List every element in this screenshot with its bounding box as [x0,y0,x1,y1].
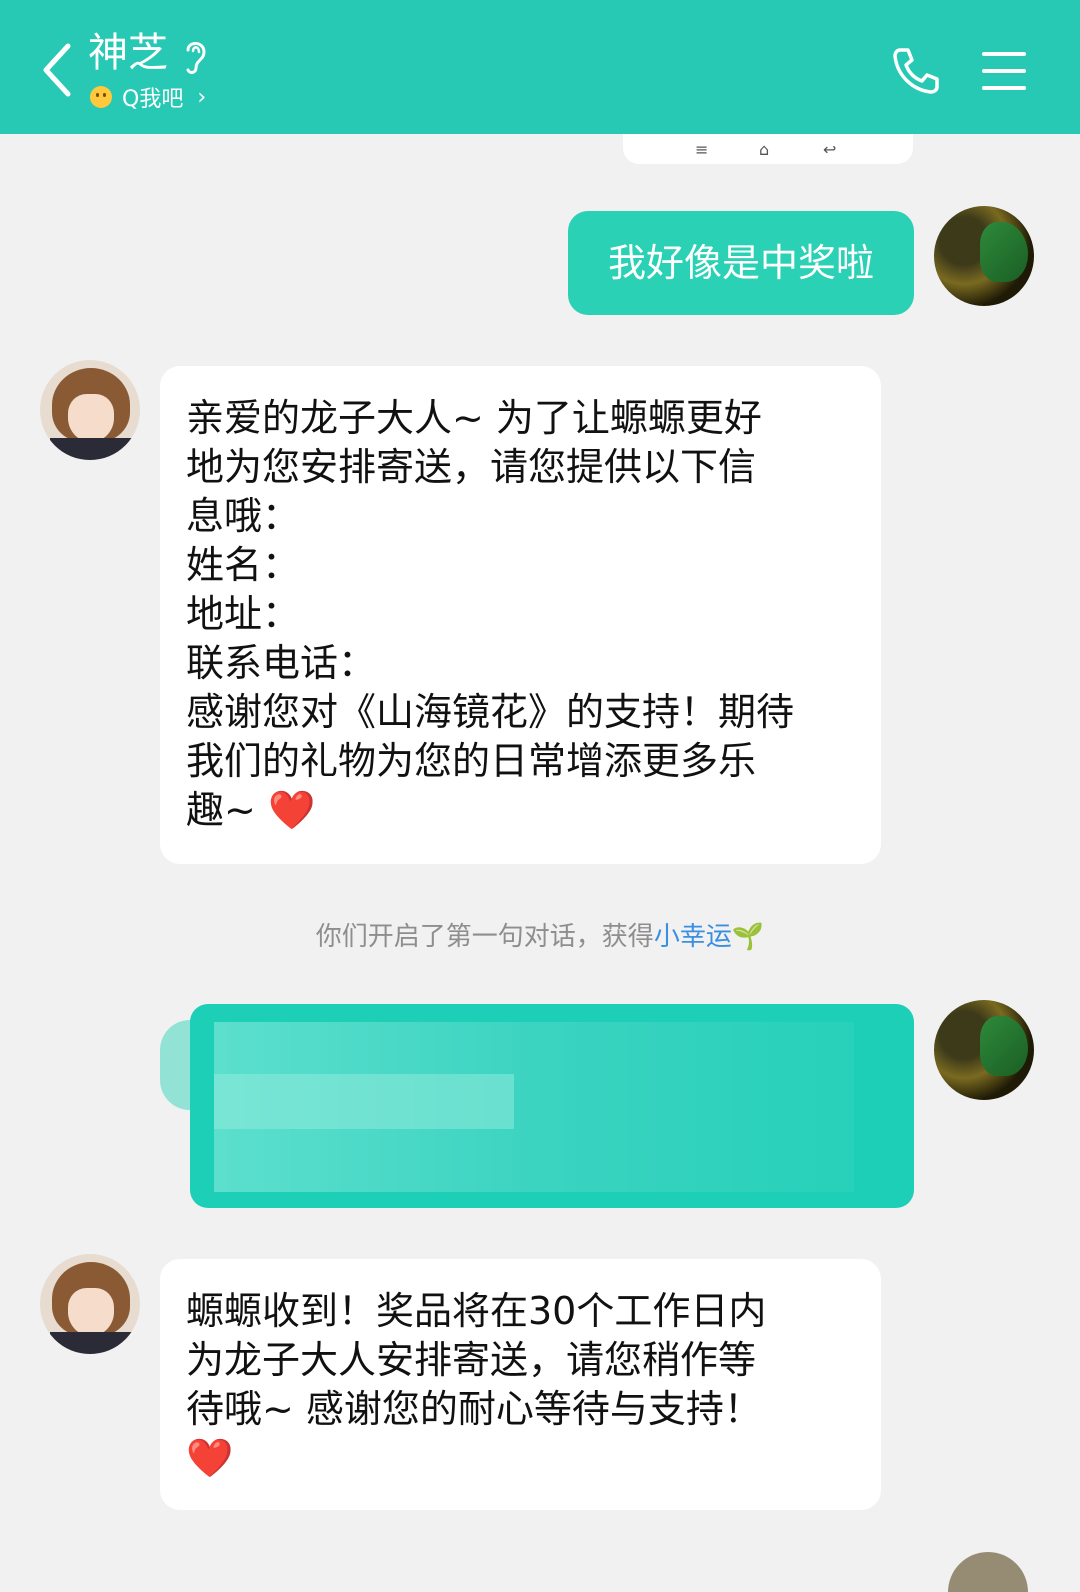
my-avatar-partial [948,1552,1028,1592]
chat-header: 神芝 Q我吧 › [0,0,1080,134]
contact-name[interactable]: 神芝 [88,30,168,76]
message-bubble-incoming[interactable]: 螈螈收到！奖品将在30个工作日内 为龙子大人安排寄送，请您稍作等 待哦~ 感谢您… [160,1259,881,1510]
menu-lines-icon: ≡ [695,140,709,159]
heart-emoji: ❤️ [267,788,316,832]
message-text: 亲爱的龙子大人~ 为了让螈螈更好 地为您安排寄送，请您提供以下信 息哦： 姓名：… [186,396,795,832]
heart-emoji: ❤️ [186,1436,234,1480]
back-icon[interactable] [38,40,78,100]
home-icon: ⌂ [759,140,770,159]
return-icon: ↩ [823,140,837,159]
menu-icon[interactable] [982,52,1026,92]
system-notice: 你们开启了第一句对话，获得小幸运🌱 [0,916,1080,953]
ear-icon [186,42,206,74]
message-text: 螈螈收到！奖品将在30个工作日内 为龙子大人安排寄送，请您稍作等 待哦~ 感谢您… [186,1289,767,1431]
message-bubble-incoming[interactable]: 亲爱的龙子大人~ 为了让螈螈更好 地为您安排寄送，请您提供以下信 息哦： 姓名：… [160,366,881,864]
my-avatar[interactable] [934,206,1034,306]
my-avatar[interactable] [934,1000,1034,1100]
contact-avatar[interactable] [40,360,140,460]
message-bubble-outgoing-redacted[interactable] [190,1004,914,1208]
status-text: Q我吧 [122,87,184,112]
chevron-right-icon: › [197,84,207,110]
contact-avatar[interactable] [40,1254,140,1354]
phone-icon[interactable] [890,44,942,96]
lucky-link[interactable]: 小幸运 [654,922,732,952]
message-bubble-outgoing[interactable]: 我好像是中奖啦 [568,211,914,315]
previous-image-snippet[interactable]: ≡ ⌂ ↩ [623,134,913,164]
smiley-icon [90,86,112,108]
message-text: 我好像是中奖啦 [607,241,874,285]
system-notice-text: 你们开启了第一句对话，获得 [315,922,654,952]
status-line[interactable]: Q我吧 › [90,82,206,112]
sprout-icon: 🌱 [731,922,765,952]
